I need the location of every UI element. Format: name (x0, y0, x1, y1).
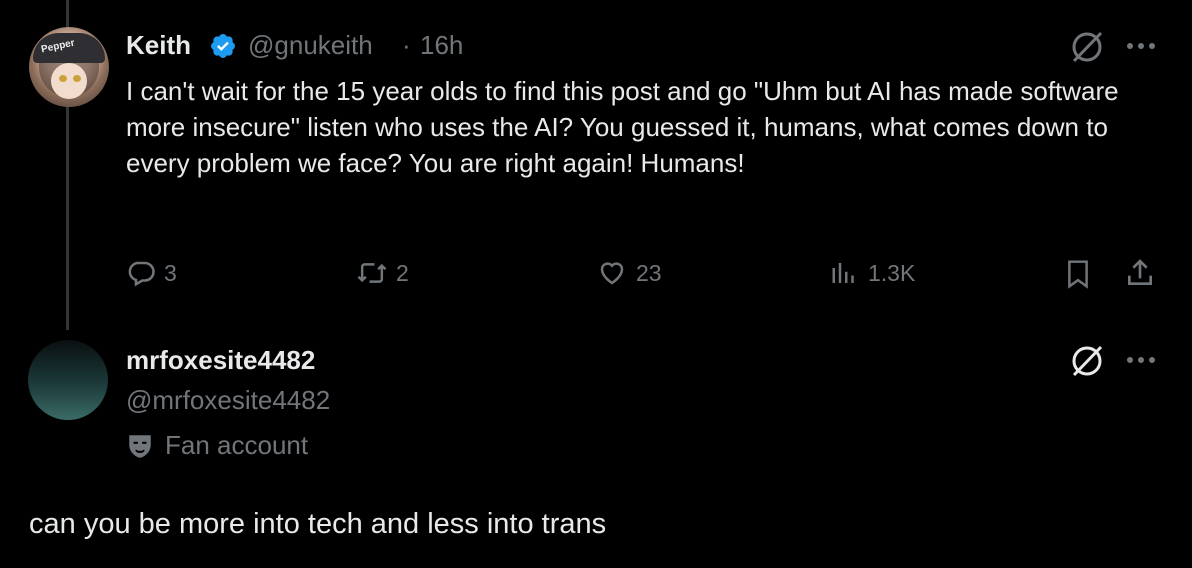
reply-author-handle[interactable]: @mrfoxesite4482 (126, 385, 330, 416)
mask-icon (129, 434, 151, 458)
author-name[interactable]: Keith (126, 30, 191, 61)
bookmark-icon[interactable] (1063, 258, 1093, 290)
views-icon (832, 263, 854, 283)
like-icon (600, 262, 624, 285)
reply-icon (128, 261, 155, 287)
views-count: 1.3K (868, 259, 916, 286)
grok-icon[interactable] (1068, 28, 1106, 66)
verified-badge-icon (211, 34, 235, 58)
author-handle[interactable]: @gnukeith (248, 30, 373, 61)
like-count: 23 (636, 259, 662, 286)
repost-button[interactable]: 2 (356, 258, 409, 288)
fan-account-badge: Fan account (127, 430, 308, 461)
like-button[interactable]: 23 (596, 258, 662, 288)
more-icon[interactable] (1124, 40, 1158, 52)
reply-button[interactable]: 3 (126, 258, 177, 288)
avatar-eye (73, 75, 81, 82)
grok-icon[interactable] (1068, 342, 1106, 380)
share-icon[interactable] (1124, 257, 1156, 289)
avatar-eye (59, 75, 67, 82)
separator-dot: · (402, 30, 411, 60)
avatar[interactable]: Pepper (29, 27, 109, 107)
avatar-face (51, 63, 87, 99)
tweet-text: I can't wait for the 15 year olds to fin… (126, 76, 1119, 178)
views-button[interactable]: 1.3K (830, 258, 915, 288)
reply-count: 3 (164, 259, 177, 286)
tweet-time[interactable]: 16h (420, 30, 463, 61)
more-icon[interactable] (1124, 354, 1158, 366)
reply-text: can you be more into tech and less into … (29, 508, 607, 540)
reply-author-name[interactable]: mrfoxesite4482 (126, 345, 315, 376)
reply-avatar[interactable] (28, 340, 108, 420)
repost-count: 2 (396, 259, 409, 286)
fan-account-label: Fan account (165, 430, 309, 460)
repost-icon (357, 263, 387, 283)
